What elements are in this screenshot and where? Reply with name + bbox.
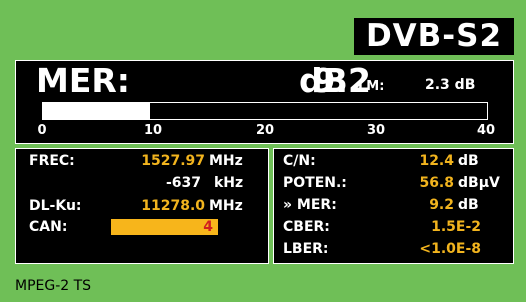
scale-tick: 20 xyxy=(255,123,275,138)
mer-bar-fill xyxy=(43,103,150,119)
offset-unit: kHz xyxy=(214,175,244,191)
poten-value: 56.8 xyxy=(419,175,454,191)
frequency-panel: FREC: 1527.97 MHz -637 kHz DL-Ku: 11278.… xyxy=(15,148,269,264)
mer-row-value: 9.2 xyxy=(429,197,454,213)
cn-unit: dB xyxy=(458,153,479,169)
scale-tick: 40 xyxy=(476,123,496,138)
offset-value: -637 xyxy=(165,175,201,191)
cber-value: 1.5E-2 xyxy=(431,219,481,235)
scale-tick: 0 xyxy=(37,123,47,138)
measurements-panel: C/N: 12.4 dB POTEN.: 56.8 dBµV » MER: 9.… xyxy=(273,148,514,264)
mer-panel: MER: 9.2 dB LM: 2.3 dB 0 10 20 30 40 xyxy=(15,60,514,144)
mer-unit: dB xyxy=(299,61,348,100)
dl-value: 11278.0 xyxy=(141,198,205,214)
mer-row-unit: dB xyxy=(458,197,479,213)
cn-value: 12.4 xyxy=(419,153,454,169)
lm-value: 2.3 dB xyxy=(425,77,476,93)
can-label: CAN: xyxy=(29,219,68,235)
scale-tick: 30 xyxy=(366,123,386,138)
poten-unit: dBµV xyxy=(458,175,500,191)
lber-value: <1.0E-8 xyxy=(419,241,481,257)
lm-label: LM: xyxy=(358,79,385,94)
mer-bar xyxy=(42,102,488,120)
channel-field[interactable]: 4 xyxy=(111,219,218,235)
standard-title: DVB-S2 xyxy=(354,18,514,55)
status-text: MPEG-2 TS xyxy=(15,278,92,294)
dl-unit: MHz xyxy=(209,198,243,214)
frec-value: 1527.97 xyxy=(141,153,205,169)
scale-tick: 10 xyxy=(143,123,163,138)
frec-unit: MHz xyxy=(209,153,243,169)
